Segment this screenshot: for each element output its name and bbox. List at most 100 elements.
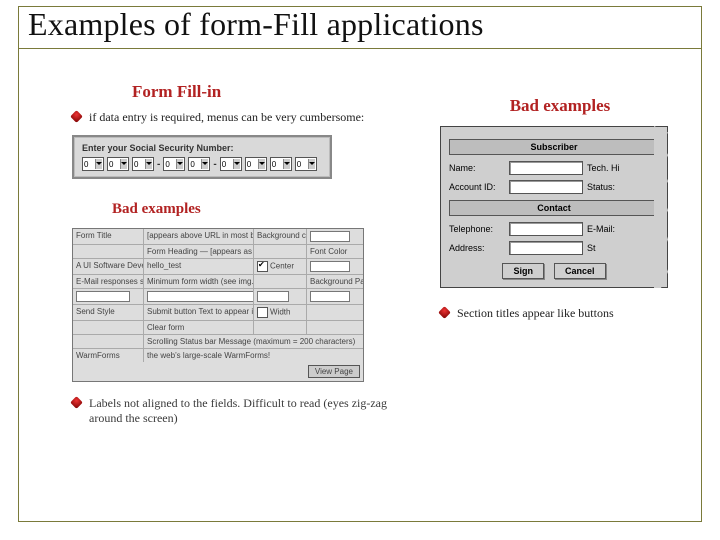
ssn-digit-select[interactable]: 0 bbox=[220, 157, 242, 171]
account-id-input[interactable] bbox=[509, 180, 583, 194]
cell: [appears above URL in most browsers and … bbox=[144, 229, 254, 244]
field-hint: St bbox=[587, 243, 659, 253]
subscriber-card: Subscriber Name:Tech. Hi Account ID: Stat… bbox=[440, 126, 668, 288]
cell bbox=[73, 245, 144, 258]
cell bbox=[254, 275, 307, 288]
field-hint: E-Mail: bbox=[587, 224, 659, 234]
ssn-digit-select[interactable]: 0 bbox=[188, 157, 210, 171]
chevron-down-icon bbox=[258, 159, 265, 169]
cell bbox=[307, 305, 363, 320]
cell: WarmForms bbox=[73, 349, 144, 362]
cell: hello_test bbox=[144, 259, 254, 274]
sign-button[interactable]: Sign bbox=[502, 263, 544, 279]
center-checkbox[interactable] bbox=[257, 261, 268, 272]
color-input[interactable] bbox=[310, 261, 350, 272]
cell bbox=[254, 245, 307, 258]
misaligned-form-table: Form Title[appears above URL in most bro… bbox=[72, 228, 364, 382]
text-input[interactable] bbox=[147, 291, 254, 302]
cell: Width bbox=[254, 305, 307, 320]
cell: Font Color bbox=[307, 245, 363, 258]
title-underline bbox=[18, 48, 702, 49]
cell: Background Pattern bbox=[307, 275, 363, 288]
bullet-text: Section titles appear like buttons bbox=[457, 306, 614, 321]
section-band-subscriber[interactable]: Subscriber bbox=[449, 139, 659, 155]
ssn-example-box: Enter your Social Security Number: 0 0 0… bbox=[72, 135, 332, 179]
page-title: Examples of form-Fill applications bbox=[28, 6, 484, 43]
cell: Form Heading — [appears as largest text … bbox=[144, 245, 254, 258]
cell bbox=[144, 289, 254, 304]
bullet-icon bbox=[70, 110, 83, 123]
cell: A UI Software Development bbox=[73, 259, 144, 274]
cell: Center bbox=[254, 259, 307, 274]
cell: Background color bbox=[254, 229, 307, 244]
chevron-down-icon bbox=[308, 159, 315, 169]
address-input[interactable] bbox=[509, 241, 583, 255]
field-hint: Status: bbox=[587, 182, 659, 192]
ssn-row: 0 0 0 - 0 0 - 0 0 0 0 bbox=[82, 157, 322, 171]
cell: Minimum form width (see img.) bbox=[144, 275, 254, 288]
field-row: Account ID: Status: bbox=[449, 180, 659, 194]
ssn-digit-select[interactable]: 0 bbox=[82, 157, 104, 171]
heading-bad-examples-right: Bad examples bbox=[440, 96, 680, 116]
field-label: Account ID: bbox=[449, 182, 505, 192]
chevron-down-icon bbox=[95, 159, 102, 169]
left-column: Form Fill-in if data entry is required, … bbox=[72, 82, 402, 436]
torn-edge-icon bbox=[654, 126, 668, 288]
cell: Form Title bbox=[73, 229, 144, 244]
bullet-text: if data entry is required, menus can be … bbox=[89, 110, 364, 125]
field-label: Address: bbox=[449, 243, 505, 253]
text-input[interactable] bbox=[310, 291, 350, 302]
dash-icon: - bbox=[213, 159, 216, 170]
field-label: Telephone: bbox=[449, 224, 505, 234]
field-row: Telephone: E-Mail: bbox=[449, 222, 659, 236]
chevron-down-icon bbox=[120, 159, 127, 169]
cell bbox=[307, 289, 363, 304]
cancel-button[interactable]: Cancel bbox=[554, 263, 606, 279]
heading-form-fill-in: Form Fill-in bbox=[132, 82, 402, 102]
cell bbox=[307, 259, 363, 274]
chevron-down-icon bbox=[283, 159, 290, 169]
cell: the web’s large-scale WarmForms! bbox=[144, 349, 363, 362]
telephone-input[interactable] bbox=[509, 222, 583, 236]
bullet-labels-not-aligned: Labels not aligned to the fields. Diffic… bbox=[72, 396, 402, 426]
heading-bad-examples-left: Bad examples bbox=[112, 201, 402, 218]
ssn-digit-select[interactable]: 0 bbox=[245, 157, 267, 171]
bullet-icon bbox=[438, 306, 451, 319]
ssn-digit-select[interactable]: 0 bbox=[132, 157, 154, 171]
cell bbox=[254, 289, 307, 304]
width-checkbox[interactable] bbox=[257, 307, 268, 318]
text-input[interactable] bbox=[257, 291, 289, 302]
bullet-icon bbox=[70, 396, 83, 409]
field-row: Name:Tech. Hi bbox=[449, 161, 659, 175]
chevron-down-icon bbox=[201, 159, 208, 169]
cell bbox=[254, 321, 307, 334]
cell: Clear form bbox=[144, 321, 254, 334]
section-band-contact[interactable]: Contact bbox=[449, 200, 659, 216]
ssn-label: Enter your Social Security Number: bbox=[82, 143, 322, 153]
cell: Scrolling Status bar Message (maximum = … bbox=[144, 335, 363, 348]
ssn-digit-select[interactable]: 0 bbox=[270, 157, 292, 171]
bullet-cumbersome: if data entry is required, menus can be … bbox=[72, 110, 402, 125]
field-row: Address: St bbox=[449, 241, 659, 255]
cell: E-Mail responses should appear in bbox=[73, 275, 144, 288]
field-hint: Tech. Hi bbox=[587, 163, 659, 173]
cell bbox=[307, 229, 363, 244]
bullet-text: Labels not aligned to the fields. Diffic… bbox=[89, 396, 402, 426]
ssn-digit-select[interactable]: 0 bbox=[295, 157, 317, 171]
cell bbox=[73, 321, 144, 334]
view-page-button[interactable]: View Page bbox=[308, 365, 360, 378]
ssn-digit-select[interactable]: 0 bbox=[107, 157, 129, 171]
chevron-down-icon bbox=[233, 159, 240, 169]
ssn-digit-select[interactable]: 0 bbox=[163, 157, 185, 171]
right-column: Bad examples Subscriber Name:Tech. Hi Ac… bbox=[440, 96, 680, 331]
chevron-down-icon bbox=[176, 159, 183, 169]
color-input[interactable] bbox=[310, 231, 350, 242]
text-input[interactable] bbox=[76, 291, 130, 302]
bullet-section-titles: Section titles appear like buttons bbox=[440, 306, 680, 321]
cell bbox=[73, 289, 144, 304]
cell bbox=[307, 321, 363, 334]
dash-icon: - bbox=[157, 159, 160, 170]
cell: Submit button Text to appear in Reset bu… bbox=[144, 305, 254, 320]
chevron-down-icon bbox=[145, 159, 152, 169]
name-input[interactable] bbox=[509, 161, 583, 175]
